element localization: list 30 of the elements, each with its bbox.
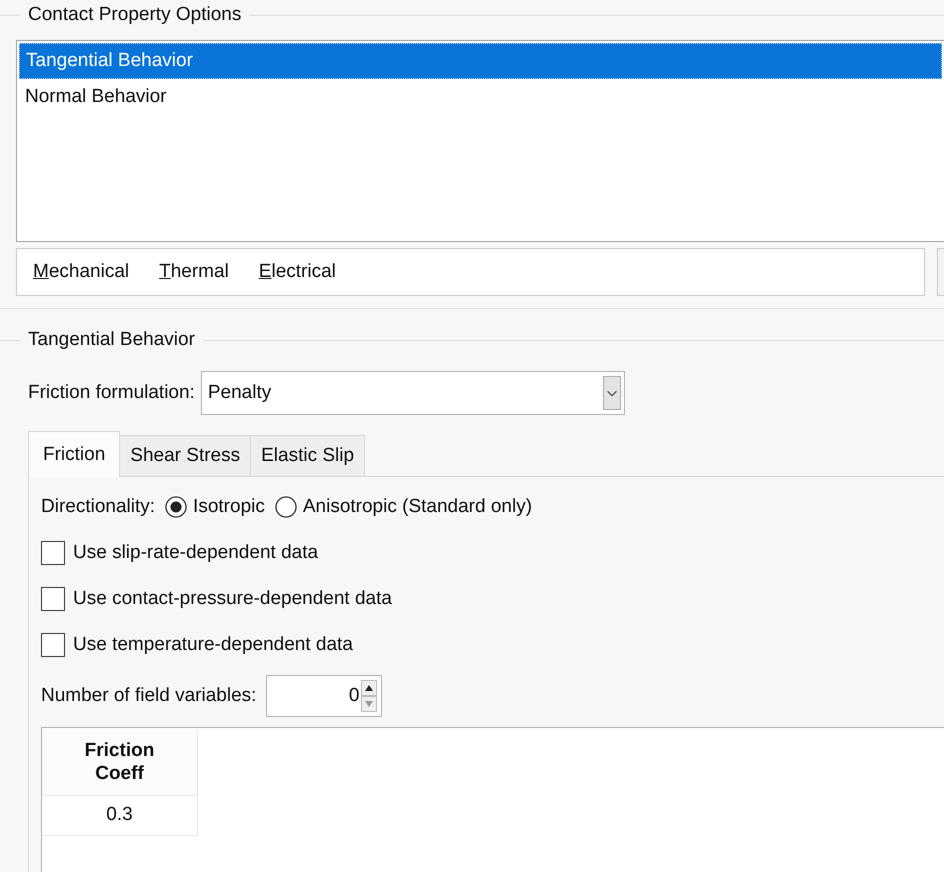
spinner-arrows-icon xyxy=(361,680,378,712)
field-label: Directionality: xyxy=(41,495,156,519)
menu-item[interactable]: Mechanical xyxy=(33,260,130,284)
checkbox-label: Use temperature-dependent data xyxy=(73,632,353,657)
number-spinner[interactable]: 0 xyxy=(266,674,382,717)
radio-button[interactable] xyxy=(274,496,297,518)
tab[interactable]: Shear Stress xyxy=(120,435,252,477)
option-list[interactable]: Tangential Behavior Normal Behavior xyxy=(16,40,944,242)
checkbox-label: Use slip-rate-dependent data xyxy=(73,540,318,565)
radio-button[interactable] xyxy=(165,496,188,518)
checkbox-label: Use contact-pressure-dependent data xyxy=(73,586,392,611)
chevron-down-icon xyxy=(602,376,621,410)
group-title: Tangential Behavior xyxy=(27,328,196,352)
checkbox[interactable] xyxy=(41,540,65,565)
tab[interactable]: Friction xyxy=(28,431,120,477)
field-label: Number of field variables: xyxy=(41,684,256,708)
radio-label: Anisotropic (Standard only) xyxy=(302,495,532,519)
list-item[interactable]: Normal Behavior xyxy=(19,79,942,115)
list-item[interactable]: Tangential Behavior xyxy=(19,43,942,79)
tab[interactable]: Elastic Slip xyxy=(251,435,366,477)
checkbox[interactable] xyxy=(41,632,65,657)
checkbox[interactable] xyxy=(41,586,65,611)
table-cell: 0.3 xyxy=(42,796,198,836)
formulation-dropdown[interactable]: Penalty xyxy=(200,371,625,415)
column-header: Friction Coeff xyxy=(42,730,198,796)
menu-item[interactable]: Thermal xyxy=(159,260,229,284)
radio-label: Isotropic xyxy=(193,495,265,519)
group-title: Contact Property Options xyxy=(27,3,242,27)
field-label: Friction formulation: xyxy=(28,381,195,405)
menu-item[interactable]: Electrical xyxy=(258,260,336,284)
